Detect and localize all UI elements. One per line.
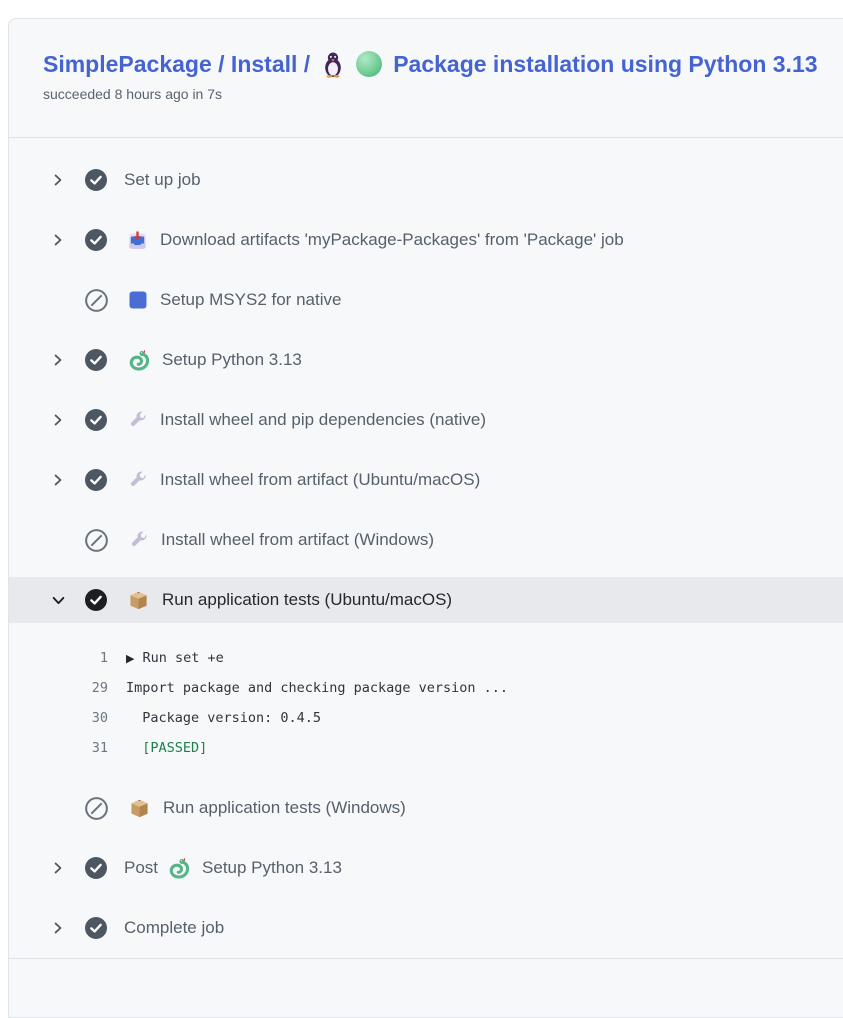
chevron-down-icon[interactable] xyxy=(51,593,66,608)
breadcrumb[interactable]: SimplePackage / Install / xyxy=(43,49,310,79)
log-line-number: 30 xyxy=(50,710,108,726)
bottom-divider xyxy=(9,958,843,959)
snake-icon xyxy=(127,349,150,372)
chevron-right-icon[interactable] xyxy=(51,353,65,367)
command-text: Run set +e xyxy=(142,650,223,666)
log-line-text: Package version: 0.4.5 xyxy=(126,710,321,726)
chevron-slot xyxy=(51,861,66,875)
step-label: Setup Python 3.13 xyxy=(202,858,342,878)
step-label: Install wheel from artifact (Windows) xyxy=(161,530,434,550)
log-line-text: Import package and checking package vers… xyxy=(126,680,508,696)
log-line-text: ▶ Run set +e xyxy=(126,650,224,666)
package-icon xyxy=(128,797,151,820)
run-header: SimplePackage / Install / Package instal… xyxy=(9,19,843,138)
step-row-run-application-tests-ubuntu-macos[interactable]: Run application tests (Ubuntu/macOS) xyxy=(9,577,843,623)
chevron-slot xyxy=(51,353,66,367)
success-icon xyxy=(85,349,107,371)
expand-triangle-icon[interactable]: ▶ xyxy=(126,652,134,665)
step-row-install-wheel-from-artifact-windows: Install wheel from artifact (Windows) xyxy=(9,510,843,570)
chevron-right-icon[interactable] xyxy=(51,233,65,247)
chevron-right-icon[interactable] xyxy=(51,473,65,487)
success-icon xyxy=(85,589,107,611)
chevron-right-icon[interactable] xyxy=(51,413,65,427)
success-icon xyxy=(85,409,107,431)
step-label: Install wheel and pip dependencies (nati… xyxy=(160,410,486,430)
step-label: Run application tests (Windows) xyxy=(163,798,406,818)
step-label: Setup Python 3.13 xyxy=(162,350,302,370)
log-line-1: 1 ▶ Run set +e xyxy=(9,643,843,673)
log-line-number: 29 xyxy=(50,680,108,696)
step-label: Set up job xyxy=(124,170,201,190)
step-log: 1 ▶ Run set +e 29 Import package and checkin… xyxy=(9,630,843,778)
blue-square-icon xyxy=(128,290,148,310)
chevron-slot xyxy=(51,593,66,608)
wrench-icon xyxy=(128,530,149,551)
chevron-slot xyxy=(51,473,66,487)
log-line-31: 31 [PASSED] xyxy=(9,733,843,763)
green-circle-icon xyxy=(356,51,382,77)
chevron-slot xyxy=(51,233,66,247)
step-row-download-artifacts-mypackage-packages-from-package-job[interactable]: Download artifacts 'myPackage-Packages' … xyxy=(9,210,843,270)
log-line-30: 30 Package version: 0.4.5 xyxy=(9,703,843,733)
skipped-icon xyxy=(85,289,108,312)
chevron-slot xyxy=(51,921,66,935)
wrench-icon xyxy=(127,470,148,491)
success-icon xyxy=(85,857,107,879)
run-status-line: succeeded 8 hours ago in 7s xyxy=(43,86,843,102)
success-icon xyxy=(85,469,107,491)
chevron-right-icon[interactable] xyxy=(51,861,65,875)
step-label: Install wheel from artifact (Ubuntu/macO… xyxy=(160,470,480,490)
steps-list: Set up job Download artifacts 'myPackage-… xyxy=(9,138,843,958)
step-label: Download artifacts 'myPackage-Packages' … xyxy=(160,230,624,250)
step-row-setup-msys2-for-native: Setup MSYS2 for native xyxy=(9,270,843,330)
success-icon xyxy=(85,169,107,191)
step-row-setup-python-3-13[interactable]: Setup Python 3.13 xyxy=(9,330,843,390)
log-line-number: 1 xyxy=(50,650,108,666)
success-icon xyxy=(85,917,107,939)
job-panel: SimplePackage / Install / Package instal… xyxy=(8,18,843,1018)
step-label: Run application tests (Ubuntu/macOS) xyxy=(162,590,452,610)
chevron-right-icon[interactable] xyxy=(51,921,65,935)
log-line-text: [PASSED] xyxy=(126,740,207,756)
step-label: Setup MSYS2 for native xyxy=(160,290,341,310)
skipped-icon xyxy=(85,529,108,552)
step-row-install-wheel-from-artifact-ubuntu-macos[interactable]: Install wheel from artifact (Ubuntu/macO… xyxy=(9,450,843,510)
run-title: SimplePackage / Install / Package instal… xyxy=(43,49,843,79)
penguin-icon xyxy=(321,51,345,78)
success-icon xyxy=(85,229,107,251)
step-row-complete-job[interactable]: Complete job xyxy=(9,898,843,958)
package-icon xyxy=(127,589,150,612)
log-line-number: 31 xyxy=(50,740,108,756)
page-title: Package installation using Python 3.13 xyxy=(393,49,817,79)
step-row-post-setup-python-3-13[interactable]: Post Setup Python 3.13 xyxy=(9,838,843,898)
step-row-install-wheel-and-pip-dependencies-native[interactable]: Install wheel and pip dependencies (nati… xyxy=(9,390,843,450)
step-row-set-up-job[interactable]: Set up job xyxy=(9,150,843,210)
chevron-slot xyxy=(51,173,66,187)
chevron-right-icon[interactable] xyxy=(51,173,65,187)
snake-icon xyxy=(167,857,190,880)
chevron-slot xyxy=(51,413,66,427)
step-row-run-application-tests-windows: Run application tests (Windows) xyxy=(9,778,843,838)
inbox-tray-icon xyxy=(127,230,148,251)
step-label: Post xyxy=(124,858,158,878)
step-label: Complete job xyxy=(124,918,224,938)
wrench-icon xyxy=(127,410,148,431)
log-line-29: 29 Import package and checking package ve… xyxy=(9,673,843,703)
skipped-icon xyxy=(85,797,108,820)
